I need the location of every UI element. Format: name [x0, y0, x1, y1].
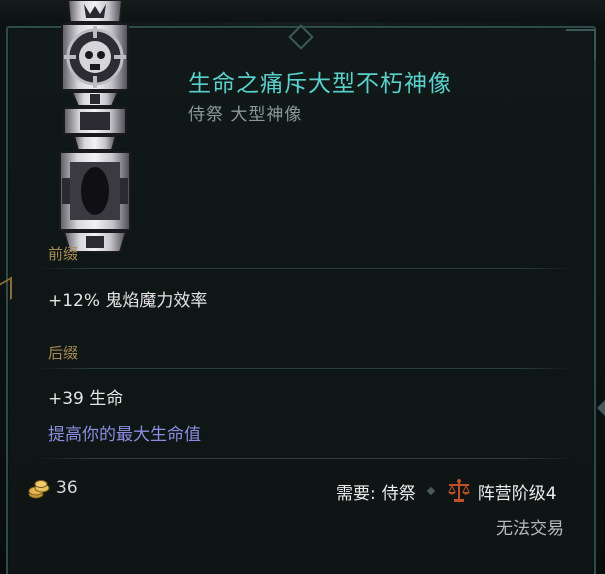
prefix-divider: [36, 268, 576, 269]
suffix-stat: +39 生命: [48, 389, 124, 409]
separator-dot: [426, 486, 435, 496]
item-name: 生命之痛斥大型不朽神像: [188, 71, 452, 97]
prefix-stat: +12% 鬼焰魔力效率: [48, 291, 208, 311]
scale-icon: [447, 479, 470, 502]
item-type: 侍祭 大型神像: [188, 105, 303, 125]
gold-value: 36: [56, 478, 78, 498]
tradeable-status: 无法交易: [496, 519, 564, 539]
suffix-divider: [36, 368, 576, 369]
panel-edge-ornament-right: [597, 400, 605, 416]
faction-rank: 阵营阶级4: [477, 483, 557, 504]
requirement-row: 需要: 侍祭 阵营阶级4: [336, 478, 557, 504]
item-tooltip-scene: 生命之痛斥大型不朽神像 侍祭 大型神像 前缀 +12% 鬼焰魔力效率 后缀 +3…: [0, 0, 605, 574]
panel-corner-ornament: [566, 29, 596, 59]
prefix-label: 前缀: [48, 245, 79, 263]
requirement-label: 需要:: [336, 483, 376, 504]
gold-coins-icon: [28, 480, 50, 499]
footer-divider: [36, 458, 576, 459]
suffix-description: 提高你的最大生命值: [48, 425, 201, 445]
suffix-label: 后缀: [48, 344, 79, 362]
idol-item-image: [59, 0, 131, 253]
requirement-class: 侍祭: [381, 483, 416, 504]
